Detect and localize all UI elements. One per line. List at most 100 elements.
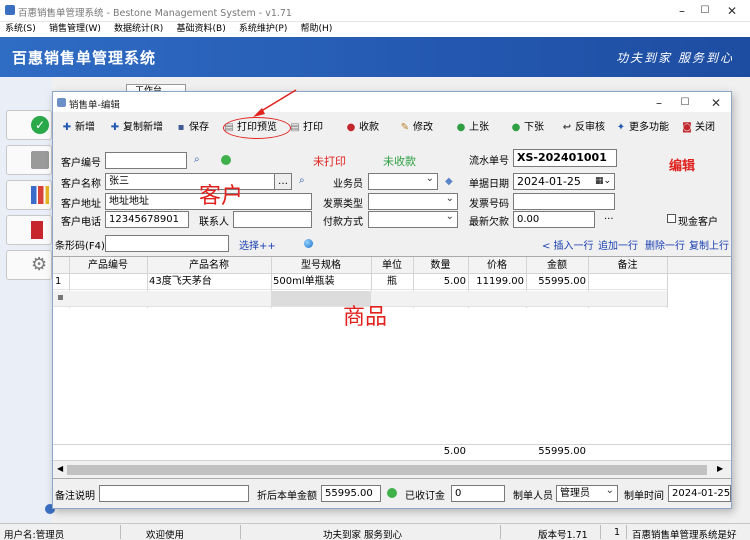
cell-product-name[interactable]: 43度飞天茅台 [149, 275, 212, 289]
scroll-left-icon[interactable]: ◀ [57, 464, 63, 473]
barcode-field[interactable] [105, 235, 229, 252]
latest-debt-label: 最新欠款 [469, 217, 509, 228]
modify-button[interactable]: ✎ 修改 [399, 120, 433, 136]
menu-help[interactable]: 帮助(H) [296, 22, 338, 36]
debt-details-button[interactable]: ... [604, 211, 614, 222]
close-button[interactable]: ◙ 关闭 [681, 120, 715, 136]
maximize-icon[interactable]: ☐ [695, 4, 715, 18]
order-date-picker[interactable]: 2024-01-25 ▦⌄ [513, 173, 615, 190]
new-button[interactable]: ✚ 新增 [61, 120, 95, 136]
maker-label: 制单人员 [513, 491, 553, 502]
cash-customer-checkbox[interactable] [667, 214, 676, 223]
menu-system[interactable]: 系统(S) [0, 22, 41, 36]
invoice-no-field[interactable] [513, 193, 615, 210]
invoice-type-dropdown[interactable] [368, 193, 458, 210]
customer-name-label: 客户名称 [61, 179, 101, 190]
more-functions-button[interactable]: ✦ 更多功能 [615, 120, 669, 136]
cell-quantity[interactable]: 5.00 [413, 275, 466, 289]
nav-button-book[interactable] [6, 215, 52, 245]
dialog-minimize-icon[interactable]: – [649, 96, 669, 110]
main-titlebar: 百惠销售单管理系统 - Bestone Management System - … [0, 0, 750, 22]
append-row-link[interactable]: 追加一行 [598, 237, 638, 252]
calendar-icon[interactable]: ▦⌄ [595, 174, 611, 189]
cell-unit[interactable]: 瓶 [371, 275, 413, 289]
remark-field[interactable] [99, 485, 249, 502]
customer-search-icon[interactable]: ⌕ [299, 175, 311, 187]
horizontal-scrollbar[interactable]: ◀ ▶ [53, 460, 731, 478]
save-label: 保存 [189, 122, 209, 133]
main-statusbar: 用户名:管理员 欢迎使用 功夫到家 服务到心 版本号1.71 1 百惠销售单管理… [0, 523, 750, 540]
product-grid[interactable]: 产品编号 产品名称 型号规格 单位 数量 价格 金额 备注 1 43度飞天茅台 … [53, 256, 731, 479]
cell-spec[interactable]: 500ml单瓶装 [273, 275, 335, 289]
col-amount[interactable]: 金额 [526, 259, 588, 273]
col-price[interactable]: 价格 [468, 259, 526, 273]
previous-button[interactable]: ● 上张 [455, 120, 489, 136]
salesman-dropdown[interactable] [368, 173, 438, 190]
menu-maintenance[interactable]: 系统维护(P) [234, 22, 292, 36]
contact-field[interactable] [233, 211, 312, 228]
new-label: 新增 [75, 122, 95, 133]
col-spec[interactable]: 型号规格 [271, 259, 371, 273]
next-button[interactable]: ● 下张 [510, 120, 544, 136]
col-note[interactable]: 备注 [588, 259, 667, 273]
close-label: 关闭 [695, 122, 715, 133]
minimize-icon[interactable]: – [672, 4, 692, 18]
scroll-right-icon[interactable]: ▶ [717, 464, 723, 473]
summary-bar: 备注说明 折后本单金额 55995.00 已收订金 0 制单人员 管理员 制单时… [53, 482, 731, 508]
close-icon[interactable]: ✕ [722, 4, 742, 18]
nav-button-settings[interactable]: ⚙ [6, 250, 52, 280]
insert-row-link[interactable]: < 插入一行 [542, 237, 594, 252]
col-product-code[interactable]: 产品编号 [69, 259, 147, 273]
close-icon: ◙ [682, 122, 692, 133]
col-quantity[interactable]: 数量 [413, 259, 468, 273]
table-row[interactable]: 1 43度飞天茅台 500ml单瓶装 瓶 5.00 11199.00 55995… [53, 275, 667, 290]
salesman-label: 业务员 [333, 179, 363, 190]
customer-name-field[interactable]: 张三 [105, 173, 275, 190]
left-nav-panel: ✓ ⚙ [0, 77, 55, 523]
refresh-icon[interactable] [221, 155, 231, 165]
discount-amount-label: 折后本单金额 [257, 491, 317, 502]
globe-icon[interactable] [304, 239, 313, 248]
payment-method-dropdown[interactable] [368, 211, 458, 228]
link-icon[interactable]: ◆ [445, 176, 457, 188]
customer-browse-button[interactable]: … [274, 173, 292, 190]
cell-price[interactable]: 11199.00 [468, 275, 524, 289]
menu-basic-data[interactable]: 基础资料(B) [172, 22, 231, 36]
copy-new-button[interactable]: ✚ 复制新增 [109, 120, 163, 136]
dialog-close-icon[interactable]: ✕ [706, 96, 726, 110]
menu-stats[interactable]: 数据统计(R) [109, 22, 168, 36]
modify-label: 修改 [413, 122, 433, 133]
highlight-oval [223, 117, 291, 139]
main-window-title: 百惠销售单管理系统 - Bestone Management System - … [18, 8, 292, 19]
gear-icon: ⚙ [31, 254, 48, 275]
customer-no-field[interactable] [105, 152, 187, 169]
print-button[interactable]: ▤ 打印 [289, 120, 323, 136]
maker-dropdown[interactable]: 管理员 [556, 485, 618, 502]
unapprove-button[interactable]: ↩ 反审核 [561, 120, 605, 136]
print-status: 未打印 [313, 155, 346, 168]
cell-amount[interactable]: 55995.00 [526, 275, 586, 289]
delete-row-link[interactable]: 删除一行 [645, 237, 685, 252]
nav-button-approve[interactable]: ✓ [6, 110, 52, 140]
save-button[interactable]: ▪ 保存 [175, 120, 209, 136]
banner-title: 百惠销售单管理系统 [12, 49, 157, 67]
confirm-icon[interactable] [387, 488, 397, 498]
scrollbar-thumb[interactable] [67, 465, 707, 475]
nav-button-stats[interactable] [6, 180, 52, 210]
bar-chart-icon [31, 186, 49, 204]
nav-button-print[interactable] [6, 145, 52, 175]
customer-phone-field[interactable]: 12345678901 [105, 211, 189, 228]
collect-payment-button[interactable]: ● 收款 [345, 120, 379, 136]
search-icon[interactable]: ⌕ [194, 154, 206, 166]
received-deposit-field[interactable]: 0 [451, 485, 505, 502]
copy-row-link[interactable]: 复制上行 [689, 237, 729, 252]
col-unit[interactable]: 单位 [371, 259, 413, 273]
dialog-maximize-icon[interactable]: ☐ [675, 96, 695, 110]
invoice-type-label: 发票类型 [323, 199, 363, 210]
menu-sales[interactable]: 销售管理(W) [44, 22, 106, 36]
total-amount: 55995.00 [538, 446, 586, 457]
edit-icon: ✎ [400, 122, 410, 133]
col-product-name[interactable]: 产品名称 [147, 259, 271, 273]
select-more-link[interactable]: 选择++ [239, 237, 276, 252]
order-date-value: 2024-01-25 [517, 175, 581, 188]
